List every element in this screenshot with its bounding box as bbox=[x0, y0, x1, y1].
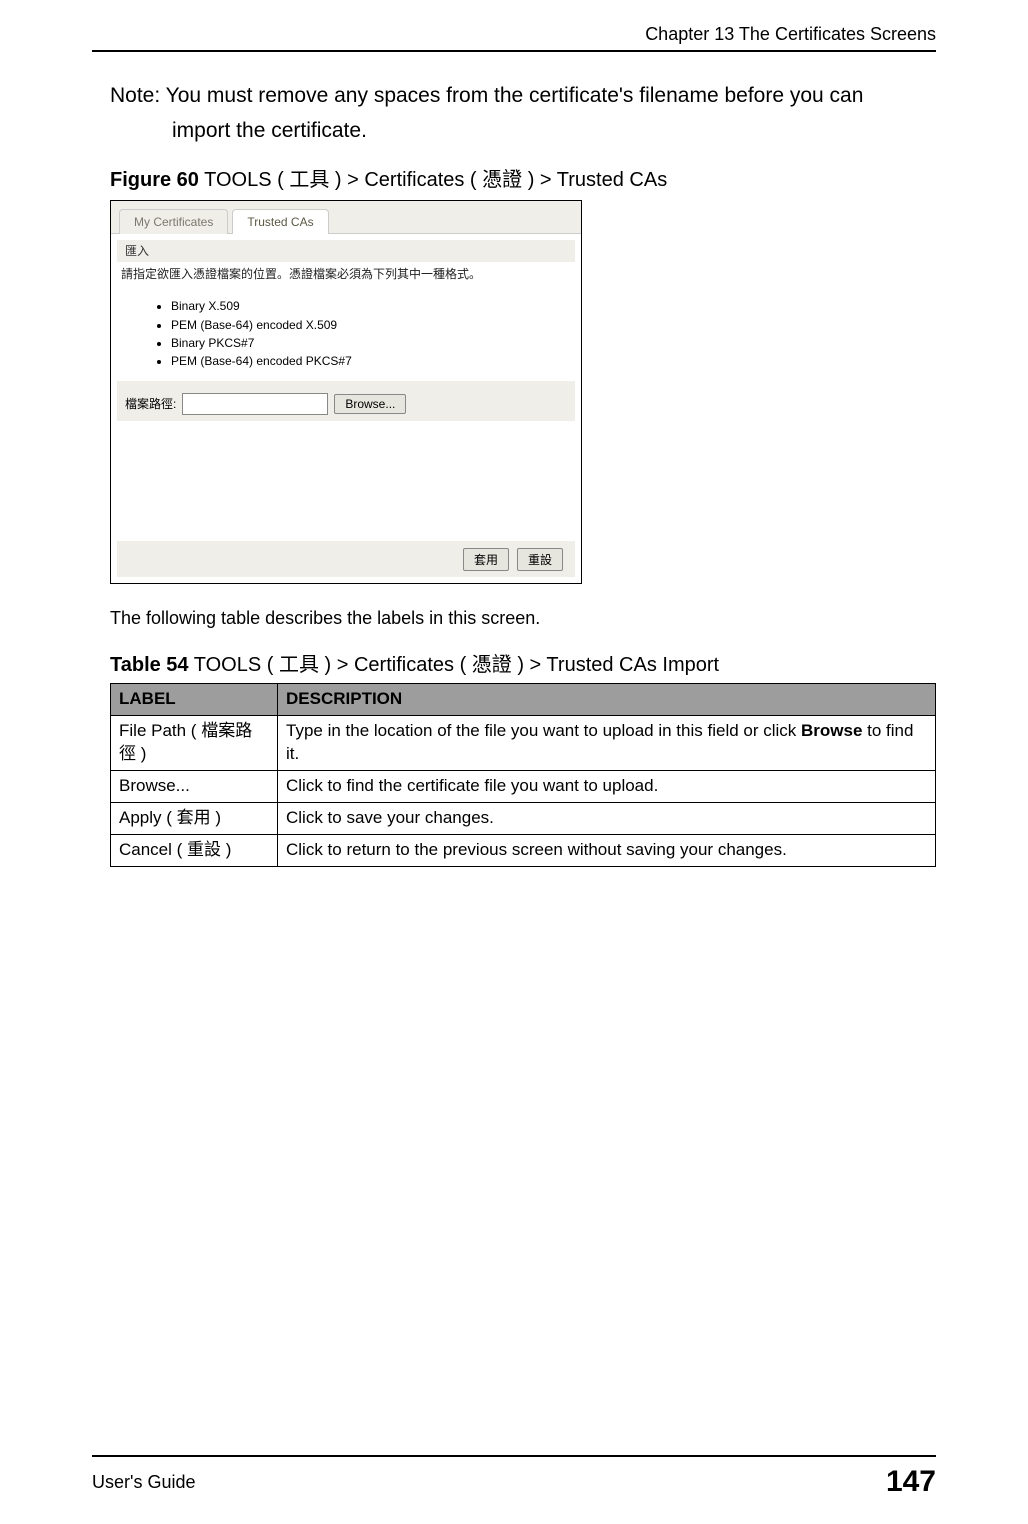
row-apply-desc: Click to save your changes. bbox=[278, 803, 936, 835]
row-file-path-desc-prefix: Type in the location of the file you wan… bbox=[286, 721, 801, 740]
row-file-path-desc-bold: Browse bbox=[801, 721, 862, 740]
footer-guide: User's Guide bbox=[92, 1470, 195, 1494]
row-browse-label: Browse... bbox=[111, 771, 278, 803]
table-row: Apply ( 套用 ) Click to save your changes. bbox=[111, 803, 936, 835]
trusted-cas-screenshot: My Certificates Trusted CAs 匯入 請指定欲匯入憑證檔… bbox=[110, 200, 582, 584]
table-caption-number: Table 54 bbox=[110, 654, 189, 676]
row-file-path-label: File Path ( 檔案路徑 ) bbox=[111, 716, 278, 771]
note-line-2: import the certificate. bbox=[172, 117, 936, 145]
import-instruction: 請指定欲匯入憑證檔案的位置。憑證檔案必須為下列其中一種格式。 bbox=[111, 262, 581, 286]
table-caption-text: TOOLS ( 工具 ) > Certificates ( 憑證 ) > Tru… bbox=[194, 654, 719, 676]
figure-caption: Figure 60 TOOLS ( 工具 ) > Certificates ( … bbox=[110, 167, 936, 194]
format-binary-x509: Binary X.509 bbox=[171, 298, 581, 314]
table-row: Browse... Click to find the certificate … bbox=[111, 771, 936, 803]
apply-button[interactable]: 套用 bbox=[463, 548, 509, 571]
cancel-button[interactable]: 重設 bbox=[517, 548, 563, 571]
browse-button[interactable]: Browse... bbox=[334, 394, 406, 414]
tab-bar: My Certificates Trusted CAs bbox=[111, 201, 581, 234]
page-number: 147 bbox=[886, 1462, 936, 1503]
format-pem-x509: PEM (Base-64) encoded X.509 bbox=[171, 317, 581, 333]
table-intro: The following table describes the labels… bbox=[110, 606, 936, 630]
tab-trusted-cas[interactable]: Trusted CAs bbox=[232, 209, 328, 234]
table-caption: Table 54 TOOLS ( 工具 ) > Certificates ( 憑… bbox=[110, 652, 936, 679]
figure-caption-number: Figure 60 bbox=[110, 169, 199, 191]
col-label: LABEL bbox=[111, 684, 278, 716]
figure-caption-text: TOOLS ( 工具 ) > Certificates ( 憑證 ) > Tru… bbox=[204, 169, 667, 191]
format-list: Binary X.509 PEM (Base-64) encoded X.509… bbox=[111, 286, 581, 381]
table-header-row: LABEL DESCRIPTION bbox=[111, 684, 936, 716]
row-cancel-label: Cancel ( 重設 ) bbox=[111, 835, 278, 867]
label-description-table: LABEL DESCRIPTION File Path ( 檔案路徑 ) Typ… bbox=[110, 683, 936, 867]
chapter-header: Chapter 13 The Certificates Screens bbox=[92, 22, 936, 50]
row-cancel-desc: Click to return to the previous screen w… bbox=[278, 835, 936, 867]
header-rule bbox=[92, 50, 936, 52]
row-apply-label: Apply ( 套用 ) bbox=[111, 803, 278, 835]
panel-body: 匯入 請指定欲匯入憑證檔案的位置。憑證檔案必須為下列其中一種格式。 Binary… bbox=[111, 240, 581, 577]
table-row: File Path ( 檔案路徑 ) Type in the location … bbox=[111, 716, 936, 771]
import-section-header: 匯入 bbox=[117, 240, 575, 262]
row-browse-desc: Click to find the certificate file you w… bbox=[278, 771, 936, 803]
tab-my-certificates[interactable]: My Certificates bbox=[119, 209, 228, 234]
col-description: DESCRIPTION bbox=[278, 684, 936, 716]
file-path-row: 檔案路徑: Browse... bbox=[117, 381, 575, 421]
file-path-input[interactable] bbox=[182, 393, 328, 415]
table-row: Cancel ( 重設 ) Click to return to the pre… bbox=[111, 835, 936, 867]
format-pem-pkcs7: PEM (Base-64) encoded PKCS#7 bbox=[171, 353, 581, 369]
format-binary-pkcs7: Binary PKCS#7 bbox=[171, 335, 581, 351]
row-file-path-desc: Type in the location of the file you wan… bbox=[278, 716, 936, 771]
file-path-label: 檔案路徑: bbox=[125, 396, 176, 412]
action-bar: 套用 重設 bbox=[117, 541, 575, 577]
panel-whitespace bbox=[117, 421, 575, 541]
note-line-1: Note: You must remove any spaces from th… bbox=[110, 82, 936, 110]
footer-rule bbox=[92, 1455, 936, 1457]
